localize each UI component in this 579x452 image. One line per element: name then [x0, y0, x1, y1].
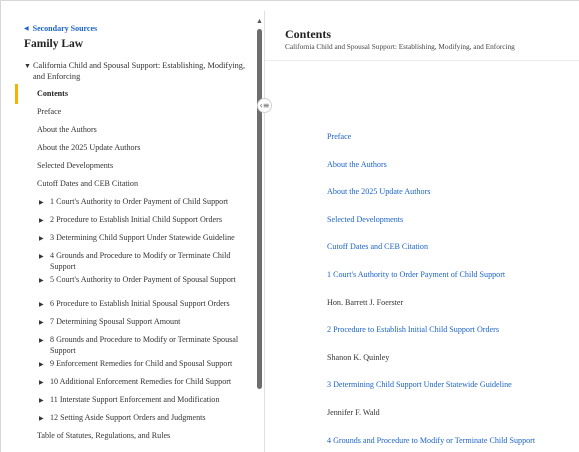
caret-right-icon[interactable]: ▶: [39, 414, 44, 425]
author-name: Shanon K. Quinley: [327, 352, 390, 362]
sidebar-item[interactable]: Table of Statutes, Regulations, and Rule…: [15, 431, 255, 449]
contents-link[interactable]: 2 Procedure to Establish Initial Child S…: [327, 325, 579, 353]
contents-link[interactable]: Selected Developments: [327, 215, 579, 243]
sidebar-item[interactable]: ▶ 1 Court's Authority to Order Payment of…: [15, 197, 255, 215]
contents-link[interactable]: Preface: [327, 132, 579, 160]
contents-link[interactable]: About the 2025 Update Authors: [327, 187, 579, 215]
author-name: Hon. Barrett J. Foerster: [327, 297, 404, 307]
sidebar-item-label: 5 Court's Authority to Order Payment of …: [50, 275, 236, 284]
sidebar-item[interactable]: Cutoff Dates and CEB Citation: [15, 179, 255, 197]
breadcrumb-label[interactable]: Secondary Sources: [33, 24, 98, 33]
caret-right-icon[interactable]: ▶: [39, 378, 44, 389]
caret-right-icon[interactable]: ▶: [39, 276, 44, 287]
breadcrumb[interactable]: ◀ Secondary Sources: [24, 24, 97, 33]
toc-sidebar: ◀ Secondary Sources Family Law ▼ Califor…: [1, 11, 264, 452]
sidebar-item[interactable]: ▶ 12 Setting Aside Support Orders and Jud…: [15, 413, 255, 431]
sidebar-item-label: About the 2025 Update Authors: [37, 143, 141, 152]
page-subtitle: California Child and Spousal Support: Es…: [285, 42, 515, 51]
sidebar-item-label: 4 Grounds and Procedure to Modify or Ter…: [50, 251, 231, 271]
caret-right-icon[interactable]: ▶: [39, 336, 44, 347]
sidebar-item-label: 2 Procedure to Establish Initial Child S…: [50, 215, 222, 224]
sidebar-title: Family Law: [24, 38, 84, 50]
sidebar-item-label: About the Authors: [37, 125, 97, 134]
sidebar-item[interactable]: ▶ 11 Interstate Support Enforcement and M…: [15, 395, 255, 413]
sidebar-item[interactable]: ▶ 6 Procedure to Establish Initial Spousa…: [15, 299, 255, 317]
contents-list: Preface About the Authors About the 2025 U…: [327, 132, 579, 452]
sidebar-item-label: Cutoff Dates and CEB Citation: [37, 179, 139, 188]
toc-list: Contents Preface About the Authors About th…: [15, 84, 255, 449]
page-title: Contents: [285, 27, 332, 41]
sidebar-item[interactable]: Selected Developments: [15, 161, 255, 179]
sidebar-item-label: 12 Setting Aside Support Orders and Judg…: [50, 413, 206, 422]
sidebar-item[interactable]: ▶ 4 Grounds and Procedure to Modify or Te…: [15, 251, 255, 275]
caret-right-icon[interactable]: ▶: [39, 198, 44, 209]
sidebar-item[interactable]: Contents: [15, 84, 255, 107]
sidebar-item-label: 6 Procedure to Establish Initial Spousal…: [50, 299, 230, 308]
caret-right-icon[interactable]: ▶: [39, 318, 44, 329]
author-name: Jennifer F. Wald: [327, 407, 380, 417]
sidebar-item[interactable]: ▶ 8 Grounds and Procedure to Modify or Te…: [15, 335, 255, 359]
caret-right-icon[interactable]: ▶: [39, 216, 44, 227]
sidebar-item-label: 9 Enforcement Remedies for Child and Spo…: [50, 359, 233, 368]
sidebar-item[interactable]: ▶ 2 Procedure to Establish Initial Child …: [15, 215, 255, 233]
scroll-up-icon[interactable]: ▲: [256, 17, 263, 25]
contents-link[interactable]: 3 Determining Child Support Under Statew…: [327, 380, 579, 408]
caret-down-icon: ▼: [24, 62, 31, 70]
sidebar-item[interactable]: About the 2025 Update Authors: [15, 143, 255, 161]
caret-right-icon[interactable]: ▶: [39, 252, 44, 263]
caret-right-icon[interactable]: ▶: [39, 396, 44, 407]
contents-link[interactable]: About the Authors: [327, 160, 579, 188]
sidebar-item-label: 3 Determining Child Support Under Statew…: [50, 233, 235, 242]
sidebar-item[interactable]: About the Authors: [15, 125, 255, 143]
contents-link[interactable]: 1 Court's Authority to Order Payment of …: [327, 270, 579, 298]
sidebar-item[interactable]: Preface: [15, 107, 255, 125]
contents-link[interactable]: Cutoff Dates and CEB Citation: [327, 242, 579, 270]
sidebar-item[interactable]: ▶ 7 Determining Spousal Support Amount: [15, 317, 255, 335]
caret-right-icon[interactable]: ▶: [39, 234, 44, 245]
sidebar-item[interactable]: ▶ 9 Enforcement Remedies for Child and Sp…: [15, 359, 255, 377]
sidebar-item[interactable]: ▶ 3 Determining Child Support Under State…: [15, 233, 255, 251]
sidebar-scroll-thumb[interactable]: [257, 29, 262, 389]
contents-panel: Contents California Child and Spousal Su…: [265, 11, 579, 452]
sidebar-item-label: Selected Developments: [37, 161, 114, 170]
sidebar-item-label: 11 Interstate Support Enforcement and Mo…: [50, 395, 220, 404]
sidebar-item-label: Table of Statutes, Regulations, and Rule…: [37, 431, 171, 440]
sidebar-item[interactable]: ▶ 10 Additional Enforcement Remedies for …: [15, 377, 255, 395]
sidebar-item-label: Preface: [37, 107, 62, 116]
sidebar-item[interactable]: ▶ 5 Court's Authority to Order Payment of…: [15, 275, 255, 299]
chevron-left-icon: ◀: [24, 26, 29, 32]
book-toggle[interactable]: ▼ California Child and Spousal Support: …: [24, 60, 249, 82]
sidebar-item-label: Contents: [37, 89, 69, 98]
sidebar-item-label: 1 Court's Authority to Order Payment of …: [50, 197, 229, 206]
contents-link[interactable]: 4 Grounds and Procedure to Modify or Ter…: [327, 436, 579, 452]
caret-right-icon[interactable]: ▶: [39, 360, 44, 371]
sidebar-item-label: 8 Grounds and Procedure to Modify or Ter…: [50, 335, 239, 355]
caret-right-icon[interactable]: ▶: [39, 300, 44, 311]
contents-header: Contents California Child and Spousal Su…: [265, 11, 579, 61]
sidebar-item-label: 10 Additional Enforcement Remedies for C…: [50, 377, 232, 386]
book-title[interactable]: California Child and Spousal Support: Es…: [33, 61, 245, 81]
sidebar-item-label: 7 Determining Spousal Support Amount: [50, 317, 181, 326]
